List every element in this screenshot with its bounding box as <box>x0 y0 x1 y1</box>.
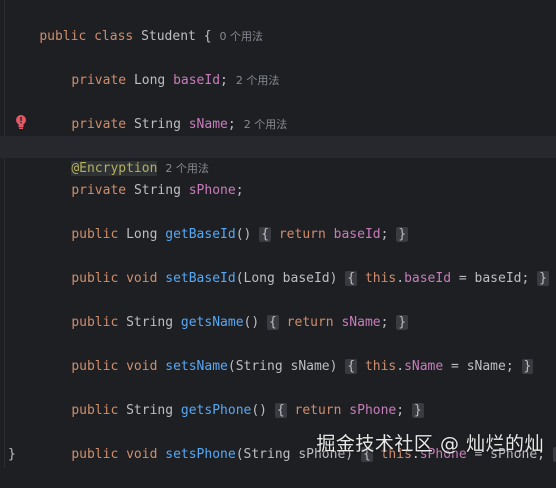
field-baseId-line[interactable]: private Long baseId; 2 个用法 <box>40 48 279 88</box>
fold-open-brace[interactable]: { <box>274 403 287 418</box>
body-rest: = baseId; <box>451 271 530 286</box>
keyword-public: public <box>71 447 119 462</box>
fold-close-brace[interactable]: } <box>537 271 549 286</box>
body-keyword: this <box>364 271 397 286</box>
method-name[interactable]: setsName <box>165 359 228 374</box>
body-rest: ; <box>380 227 389 242</box>
fold-open-brace[interactable]: { <box>259 227 272 242</box>
keyword-public: public <box>71 403 119 418</box>
fold-close-brace[interactable]: } <box>411 403 424 418</box>
body-field: sName <box>341 315 381 330</box>
body-keyword: this <box>364 359 397 374</box>
method-params: () <box>251 403 268 418</box>
method-name[interactable]: getsName <box>181 315 244 330</box>
method-name[interactable]: setsPhone <box>165 447 235 462</box>
body-keyword: return <box>286 315 334 330</box>
annotation-line[interactable]: @Encryption 2 个用法 <box>40 136 209 176</box>
method-name[interactable]: getsPhone <box>181 403 251 418</box>
field-type: String <box>133 183 181 198</box>
body-keyword: return <box>278 227 326 242</box>
method-name[interactable]: setBaseId <box>165 271 235 286</box>
method-line[interactable]: public Long getBaseId() { return baseId;… <box>40 202 409 242</box>
field-type: String <box>133 117 181 132</box>
field-sPhone-line[interactable]: private String sPhone; <box>40 158 243 198</box>
body-field: sName <box>404 359 444 374</box>
method-name[interactable]: getBaseId <box>165 227 235 242</box>
keyword-public: public <box>39 29 87 44</box>
keyword-public: public <box>71 271 119 286</box>
open-brace: { <box>203 29 212 44</box>
return-type: void <box>126 271 158 286</box>
fold-close-brace[interactable]: } <box>396 315 409 330</box>
field-sName-line[interactable]: private String sName; 2 个用法 <box>40 92 287 132</box>
watermark-text: 掘金技术社区 @ 灿烂的灿 <box>316 433 544 455</box>
semicolon: ; <box>227 117 236 132</box>
method-line[interactable]: public void setsName(String sName) { thi… <box>40 334 534 374</box>
method-params: () <box>235 227 252 242</box>
body-rest: ; <box>396 403 405 418</box>
field-name-sName[interactable]: sName <box>189 117 228 132</box>
keyword-public: public <box>71 315 119 330</box>
method-params: () <box>243 315 260 330</box>
field-name-sPhone[interactable]: sPhone <box>189 183 236 198</box>
fold-close-brace[interactable]: } <box>521 359 534 374</box>
fold-close-brace[interactable]: } <box>396 227 409 242</box>
body-rest: ; <box>380 315 389 330</box>
method-line[interactable]: public String getsPhone() { return sPhon… <box>40 378 424 418</box>
return-type: void <box>126 447 158 462</box>
return-type: Long <box>126 227 158 242</box>
keyword-public: public <box>71 359 119 374</box>
return-type: void <box>126 359 158 374</box>
keyword-private: private <box>71 73 127 88</box>
semicolon: ; <box>235 183 244 198</box>
field-type: Long <box>133 73 166 88</box>
body-field: baseId <box>404 271 452 286</box>
method-line[interactable]: public String getsName() { return sName;… <box>40 290 409 330</box>
method-params: (String sName) <box>227 359 338 374</box>
usage-hint[interactable]: 2 个用法 <box>236 74 280 87</box>
class-closing-brace: } <box>8 447 16 462</box>
usage-hint[interactable]: 2 个用法 <box>244 118 288 131</box>
semicolon: ; <box>220 73 228 88</box>
return-type: String <box>126 315 174 330</box>
field-name-baseId[interactable]: baseId <box>173 73 220 88</box>
fold-open-brace[interactable]: { <box>345 271 358 286</box>
class-declaration-line[interactable]: public class Student {0 个用法 <box>8 4 263 44</box>
body-field: sPhone <box>349 403 397 418</box>
lightbulb-error-icon[interactable] <box>14 114 28 130</box>
body-keyword: return <box>294 403 342 418</box>
fold-open-brace[interactable]: { <box>267 315 279 330</box>
keyword-public: public <box>71 227 119 242</box>
keyword-private: private <box>71 183 127 198</box>
return-type: String <box>126 403 174 418</box>
method-params: (Long baseId) <box>235 271 338 286</box>
body-rest: = sName; <box>443 359 514 374</box>
keyword-class: class <box>94 29 134 44</box>
usage-hint[interactable]: 0 个用法 <box>220 30 264 43</box>
keyword-private: private <box>71 117 127 132</box>
code-editor[interactable]: public class Student {0 个用法 private Long… <box>0 0 556 468</box>
body-field: baseId <box>333 227 381 242</box>
fold-open-brace[interactable]: { <box>345 359 358 374</box>
gutter-divider <box>4 0 5 468</box>
method-line[interactable]: public void setBaseId(Long baseId) { thi… <box>40 246 549 286</box>
class-name[interactable]: Student <box>141 29 196 44</box>
